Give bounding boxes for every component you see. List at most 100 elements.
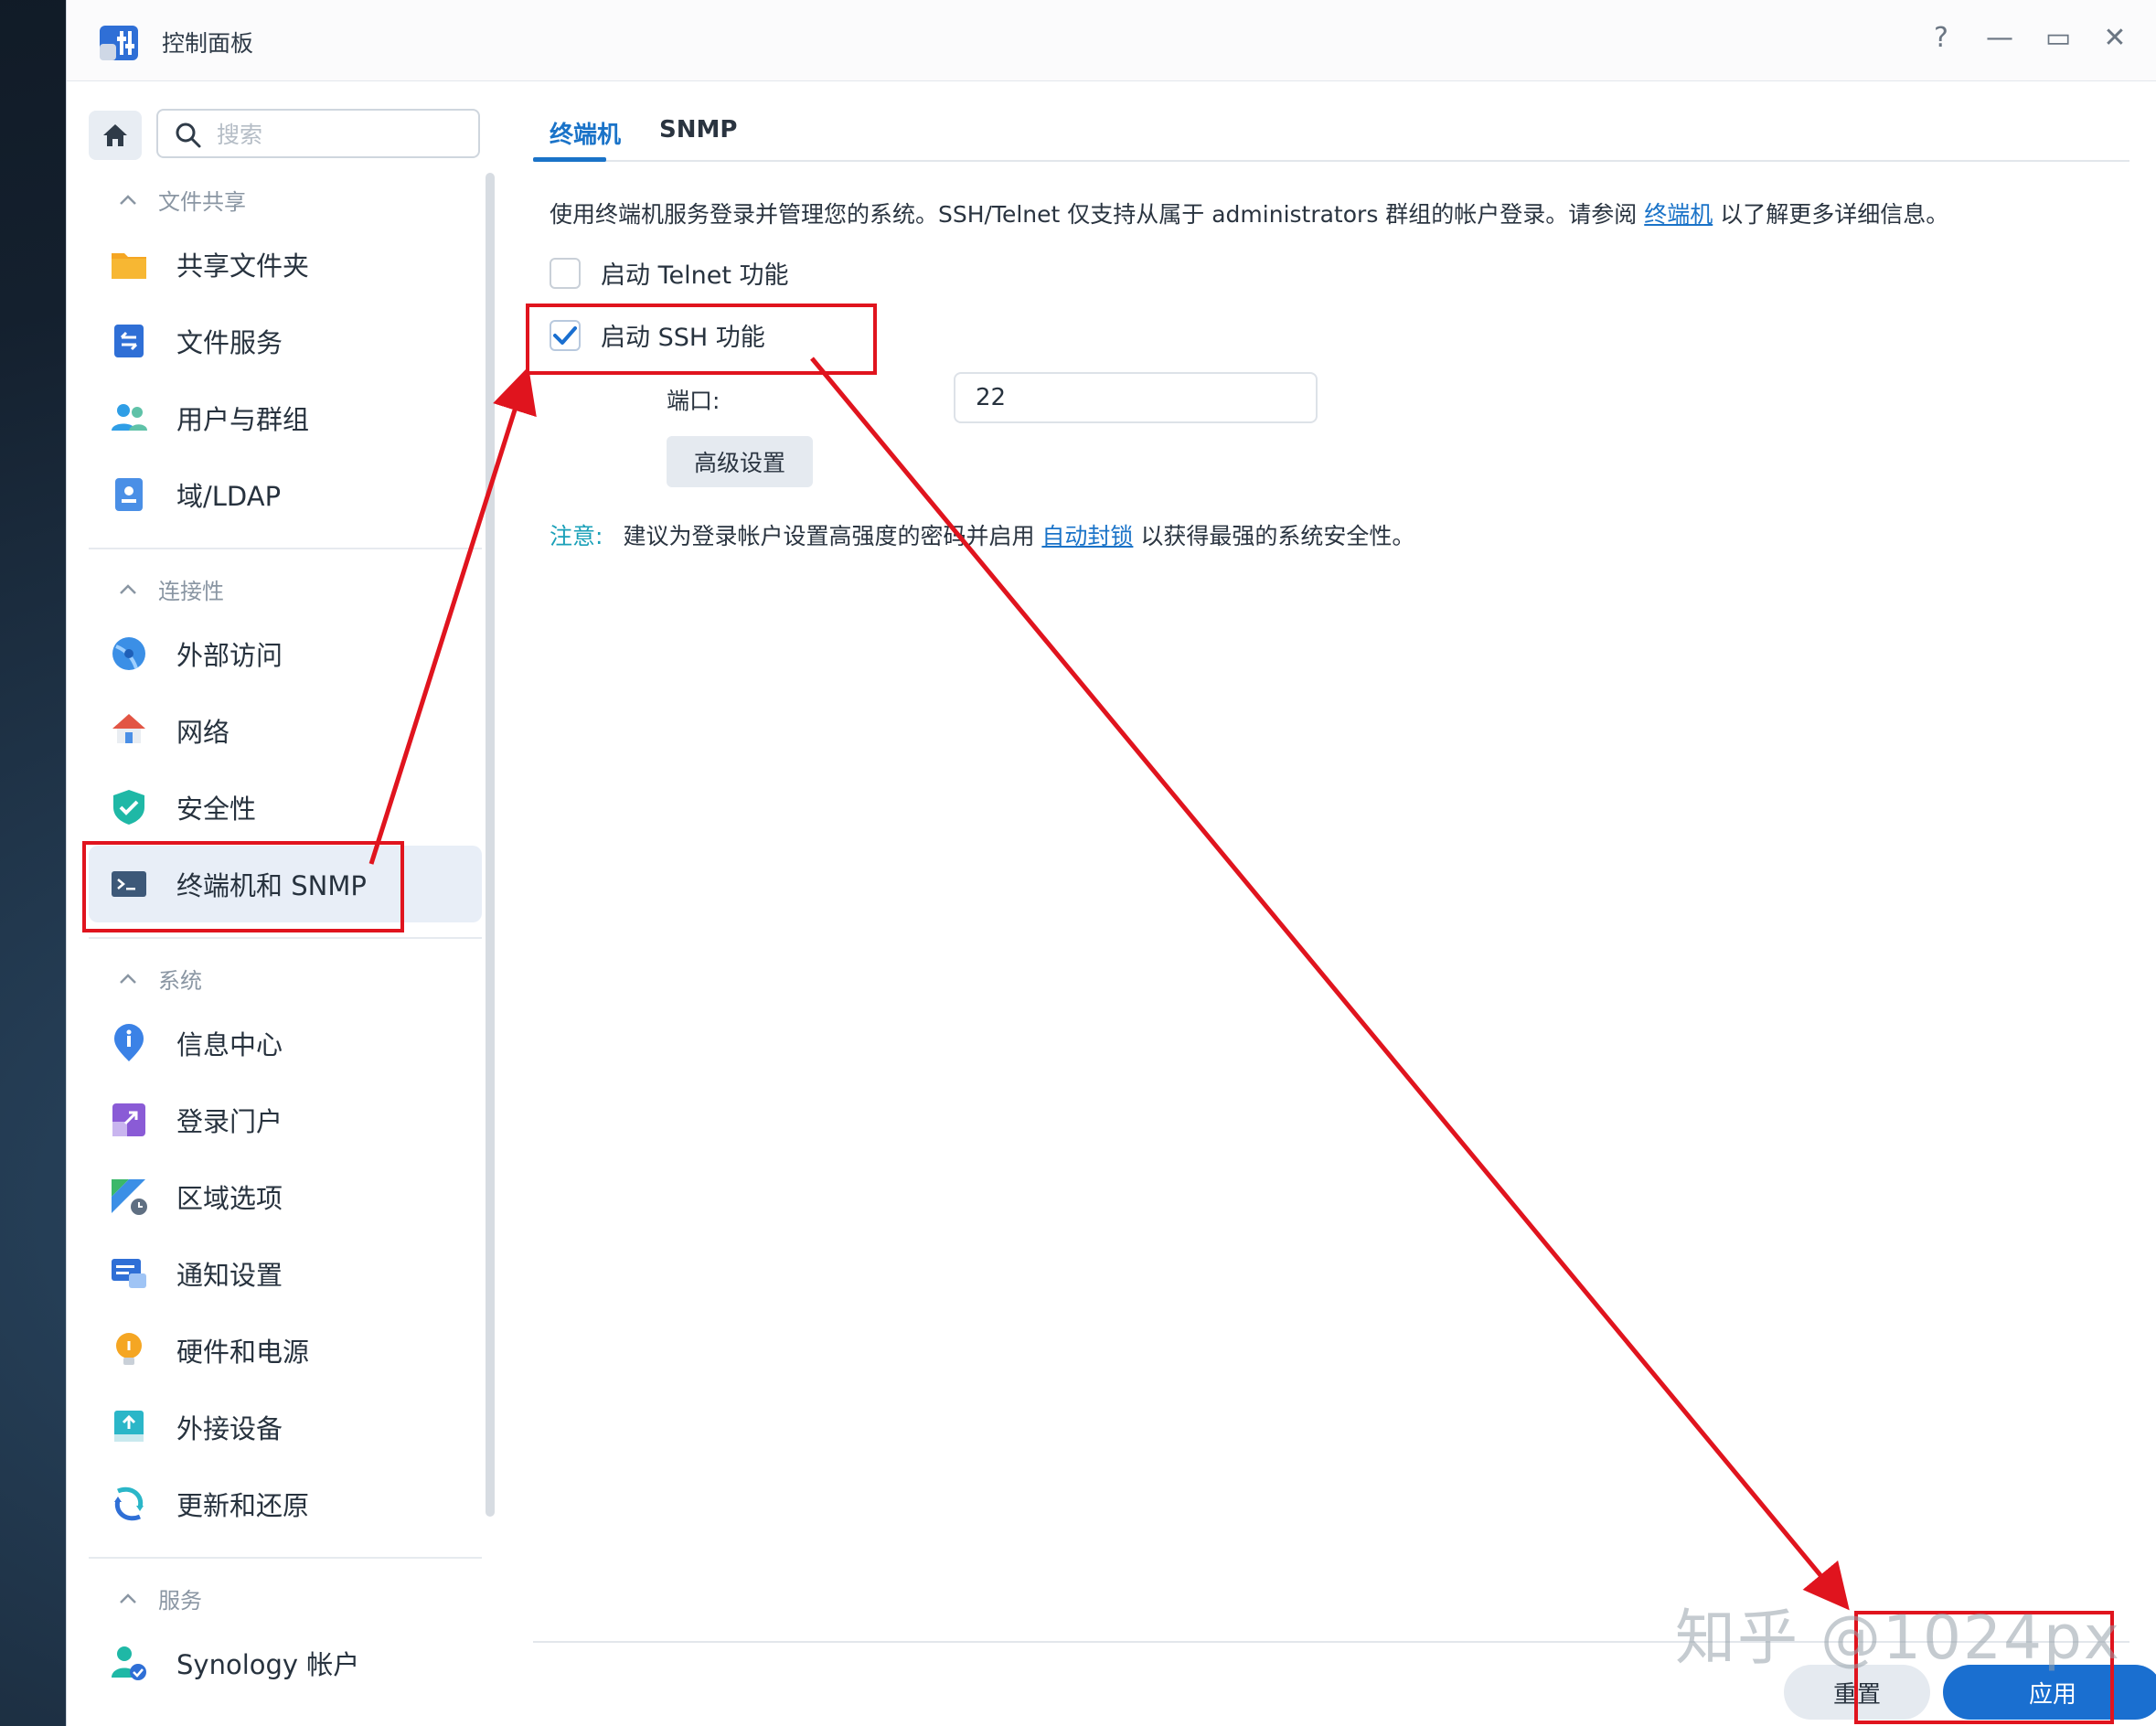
sidebar-item-users-groups[interactable]: 用户与群组 (89, 379, 482, 456)
network-icon (109, 710, 149, 751)
sidebar-item-file-services[interactable]: 文件服务 (89, 303, 482, 379)
ssh-option[interactable]: 启动 SSH 功能 (550, 317, 765, 353)
section-header-connectivity[interactable]: 连接性 (118, 573, 224, 605)
ssh-label: 启动 SSH 功能 (601, 317, 765, 353)
main-panel: 终端机 SNMP 使用终端机服务登录并管理您的系统。SSH/Telnet 仅支持… (506, 81, 2156, 1726)
folder-icon (109, 244, 149, 284)
sidebar-item-label: 用户与群组 (176, 399, 309, 437)
section-title: 文件共享 (158, 184, 246, 216)
maximize-button[interactable]: ▭ (2040, 22, 2076, 54)
sidebar-item-label: 外接设备 (176, 1408, 283, 1446)
close-button[interactable]: ✕ (2097, 22, 2133, 54)
sidebar-item-synology-account[interactable]: Synology 帐户 (89, 1625, 482, 1701)
sidebar-item-update-restore[interactable]: 更新和还原 (89, 1465, 482, 1542)
control-panel-window: 控制面板 ? — ▭ ✕ 文件共享 共享文件夹 (66, 0, 2156, 1726)
sidebar-item-label: 信息中心 (176, 1024, 283, 1062)
login-portal-icon (109, 1100, 149, 1140)
security-note: 注意:建议为登录帐户设置高强度的密码并启用 自动封锁 以获得最强的系统安全性。 (550, 518, 1414, 551)
section-divider (89, 937, 482, 939)
search-field[interactable] (156, 109, 480, 158)
telnet-option[interactable]: 启动 Telnet 功能 (550, 255, 789, 291)
chevron-up-icon (118, 580, 138, 600)
terminal-description: 使用终端机服务登录并管理您的系统。SSH/Telnet 仅支持从属于 admin… (550, 197, 1948, 229)
terminal-icon (109, 864, 149, 904)
sidebar-item-external-devices[interactable]: 外接设备 (89, 1389, 482, 1465)
description-text: 以了解更多详细信息。 (1713, 201, 1948, 228)
port-label: 端口: (667, 383, 720, 416)
sidebar-item-label: 硬件和电源 (176, 1331, 309, 1369)
telnet-label: 启动 Telnet 功能 (601, 255, 789, 291)
sidebar-item-shared-folder[interactable]: 共享文件夹 (89, 226, 482, 303)
sidebar-item-network[interactable]: 网络 (89, 692, 482, 769)
file-services-icon (109, 321, 149, 361)
section-divider (89, 1557, 482, 1559)
domain-icon (109, 474, 149, 515)
description-text: 使用终端机服务登录并管理您的系统。SSH/Telnet 仅支持从属于 admin… (550, 201, 1644, 228)
note-text: 以获得最强的系统安全性。 (1133, 523, 1414, 549)
section-header-services[interactable]: 服务 (118, 1582, 202, 1614)
sidebar-item-regional-options[interactable]: 区域选项 (89, 1158, 482, 1235)
synology-account-icon (109, 1643, 149, 1683)
port-input[interactable] (954, 372, 1318, 423)
sidebar-item-label: 区域选项 (176, 1177, 283, 1216)
sidebar-item-login-portal[interactable]: 登录门户 (89, 1081, 482, 1158)
section-title: 系统 (158, 963, 202, 995)
regional-icon (109, 1177, 149, 1217)
telnet-checkbox[interactable] (550, 258, 581, 289)
update-icon (109, 1484, 149, 1524)
sidebar-item-hardware-power[interactable]: 硬件和电源 (89, 1312, 482, 1389)
ssh-checkbox[interactable] (550, 320, 581, 351)
sidebar-item-terminal-snmp[interactable]: 终端机和 SNMP (89, 846, 482, 922)
search-icon (175, 122, 202, 149)
tab-snmp[interactable]: SNMP (659, 116, 737, 144)
info-icon (109, 1023, 149, 1063)
sidebar-item-label: 登录门户 (176, 1101, 283, 1139)
external-access-icon (109, 634, 149, 674)
auto-block-link[interactable]: 自动封锁 (1041, 523, 1133, 549)
home-button[interactable] (89, 111, 142, 160)
sidebar-item-info-center[interactable]: 信息中心 (89, 1005, 482, 1081)
minimize-button[interactable]: — (1981, 22, 2018, 54)
section-header-system[interactable]: 系统 (118, 963, 202, 995)
users-icon (109, 398, 149, 438)
sidebar-item-notification[interactable]: 通知设置 (89, 1235, 482, 1312)
tab-active-indicator (533, 157, 606, 162)
help-button[interactable]: ? (1923, 22, 1959, 54)
sidebar-item-label: 共享文件夹 (176, 245, 309, 283)
sidebar-item-label: 安全性 (176, 788, 256, 826)
sidebar-item-domain-ldap[interactable]: 域/LDAP (89, 456, 482, 533)
advanced-settings-button[interactable]: 高级设置 (667, 436, 813, 487)
section-divider (89, 548, 482, 549)
title-bar: 控制面板 ? — ▭ ✕ (67, 0, 2156, 81)
tab-terminal[interactable]: 终端机 (550, 116, 621, 150)
chevron-up-icon (118, 1589, 138, 1609)
notification-icon (109, 1253, 149, 1294)
external-device-icon (109, 1407, 149, 1447)
watermark: 知乎 @1024px (1675, 1589, 2121, 1677)
search-input[interactable] (215, 118, 465, 151)
tab-bar-divider (533, 160, 2129, 162)
sidebar-item-security[interactable]: 安全性 (89, 769, 482, 846)
home-icon (101, 123, 129, 148)
sidebar-item-label: 网络 (176, 711, 229, 750)
control-panel-app-icon (98, 24, 140, 62)
sidebar-item-external-access[interactable]: 外部访问 (89, 615, 482, 692)
chevron-up-icon (118, 190, 138, 210)
sidebar-scrollbar[interactable] (486, 173, 495, 1517)
sidebar-item-label: 外部访问 (176, 634, 283, 673)
sidebar-item-label: 文件服务 (176, 322, 283, 360)
terminal-help-link[interactable]: 终端机 (1644, 201, 1713, 228)
section-header-file-sharing[interactable]: 文件共享 (118, 184, 246, 216)
note-text: 建议为登录帐户设置高强度的密码并启用 (623, 523, 1041, 549)
checkmark-icon (552, 325, 578, 346)
shield-icon (109, 787, 149, 827)
sidebar-item-label: Synology 帐户 (176, 1644, 359, 1682)
sidebar-item-label: 更新和还原 (176, 1485, 309, 1523)
sidebar: 文件共享 共享文件夹 文件服务 用户与群组 域/LD (67, 81, 504, 1726)
chevron-up-icon (118, 969, 138, 989)
sidebar-item-label: 通知设置 (176, 1254, 283, 1293)
sidebar-item-label: 域/LDAP (176, 475, 281, 514)
lightbulb-icon (109, 1330, 149, 1370)
window-title: 控制面板 (162, 26, 253, 59)
section-title: 服务 (158, 1582, 202, 1614)
